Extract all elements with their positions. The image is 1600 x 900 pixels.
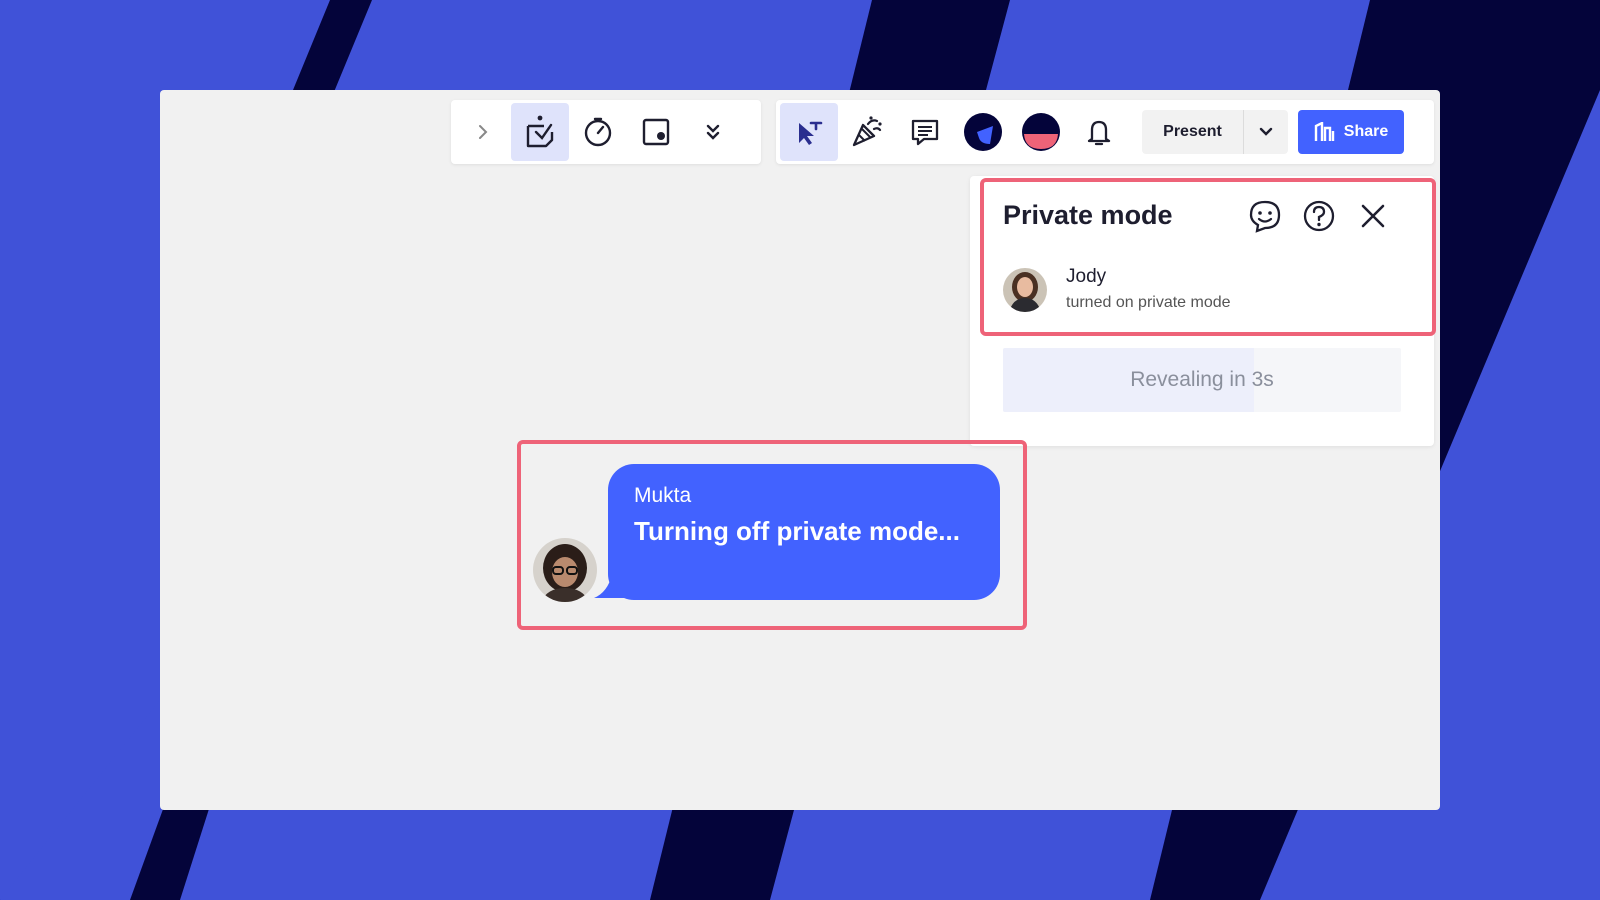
present-group: Present	[1142, 110, 1288, 154]
timer-icon[interactable]	[569, 103, 627, 161]
share-label: Share	[1343, 123, 1389, 140]
message-highlight-box	[517, 440, 1027, 630]
celebrate-icon[interactable]	[838, 103, 896, 161]
frame-icon[interactable]	[627, 103, 685, 161]
private-mode-icon[interactable]	[780, 103, 838, 161]
chevron-down-icon[interactable]	[1244, 110, 1288, 154]
user-avatar-icon[interactable]	[1012, 103, 1070, 161]
sticky-notes-icon[interactable]	[511, 103, 569, 161]
bell-icon[interactable]	[1070, 103, 1128, 161]
toolbar-left	[451, 100, 761, 164]
toolbar-right: Present Share	[776, 100, 1434, 164]
reveal-label: Revealing in 3s	[1130, 368, 1274, 391]
panel-highlight-box	[980, 178, 1436, 336]
share-board-icon	[1314, 122, 1334, 141]
chevron-right-icon[interactable]	[455, 103, 511, 161]
present-button[interactable]: Present	[1142, 110, 1244, 154]
share-button[interactable]: Share	[1298, 110, 1404, 154]
reveal-progress-bar: Revealing in 3s	[1003, 348, 1401, 412]
private-mode-panel: Private mode Jody turned on private mode…	[970, 176, 1436, 446]
user-avatar-icon[interactable]	[954, 103, 1012, 161]
double-chevron-down-icon[interactable]	[685, 103, 741, 161]
board-canvas[interactable]: Present Share Private mode Jody turned o…	[160, 90, 1440, 810]
comments-icon[interactable]	[896, 103, 954, 161]
